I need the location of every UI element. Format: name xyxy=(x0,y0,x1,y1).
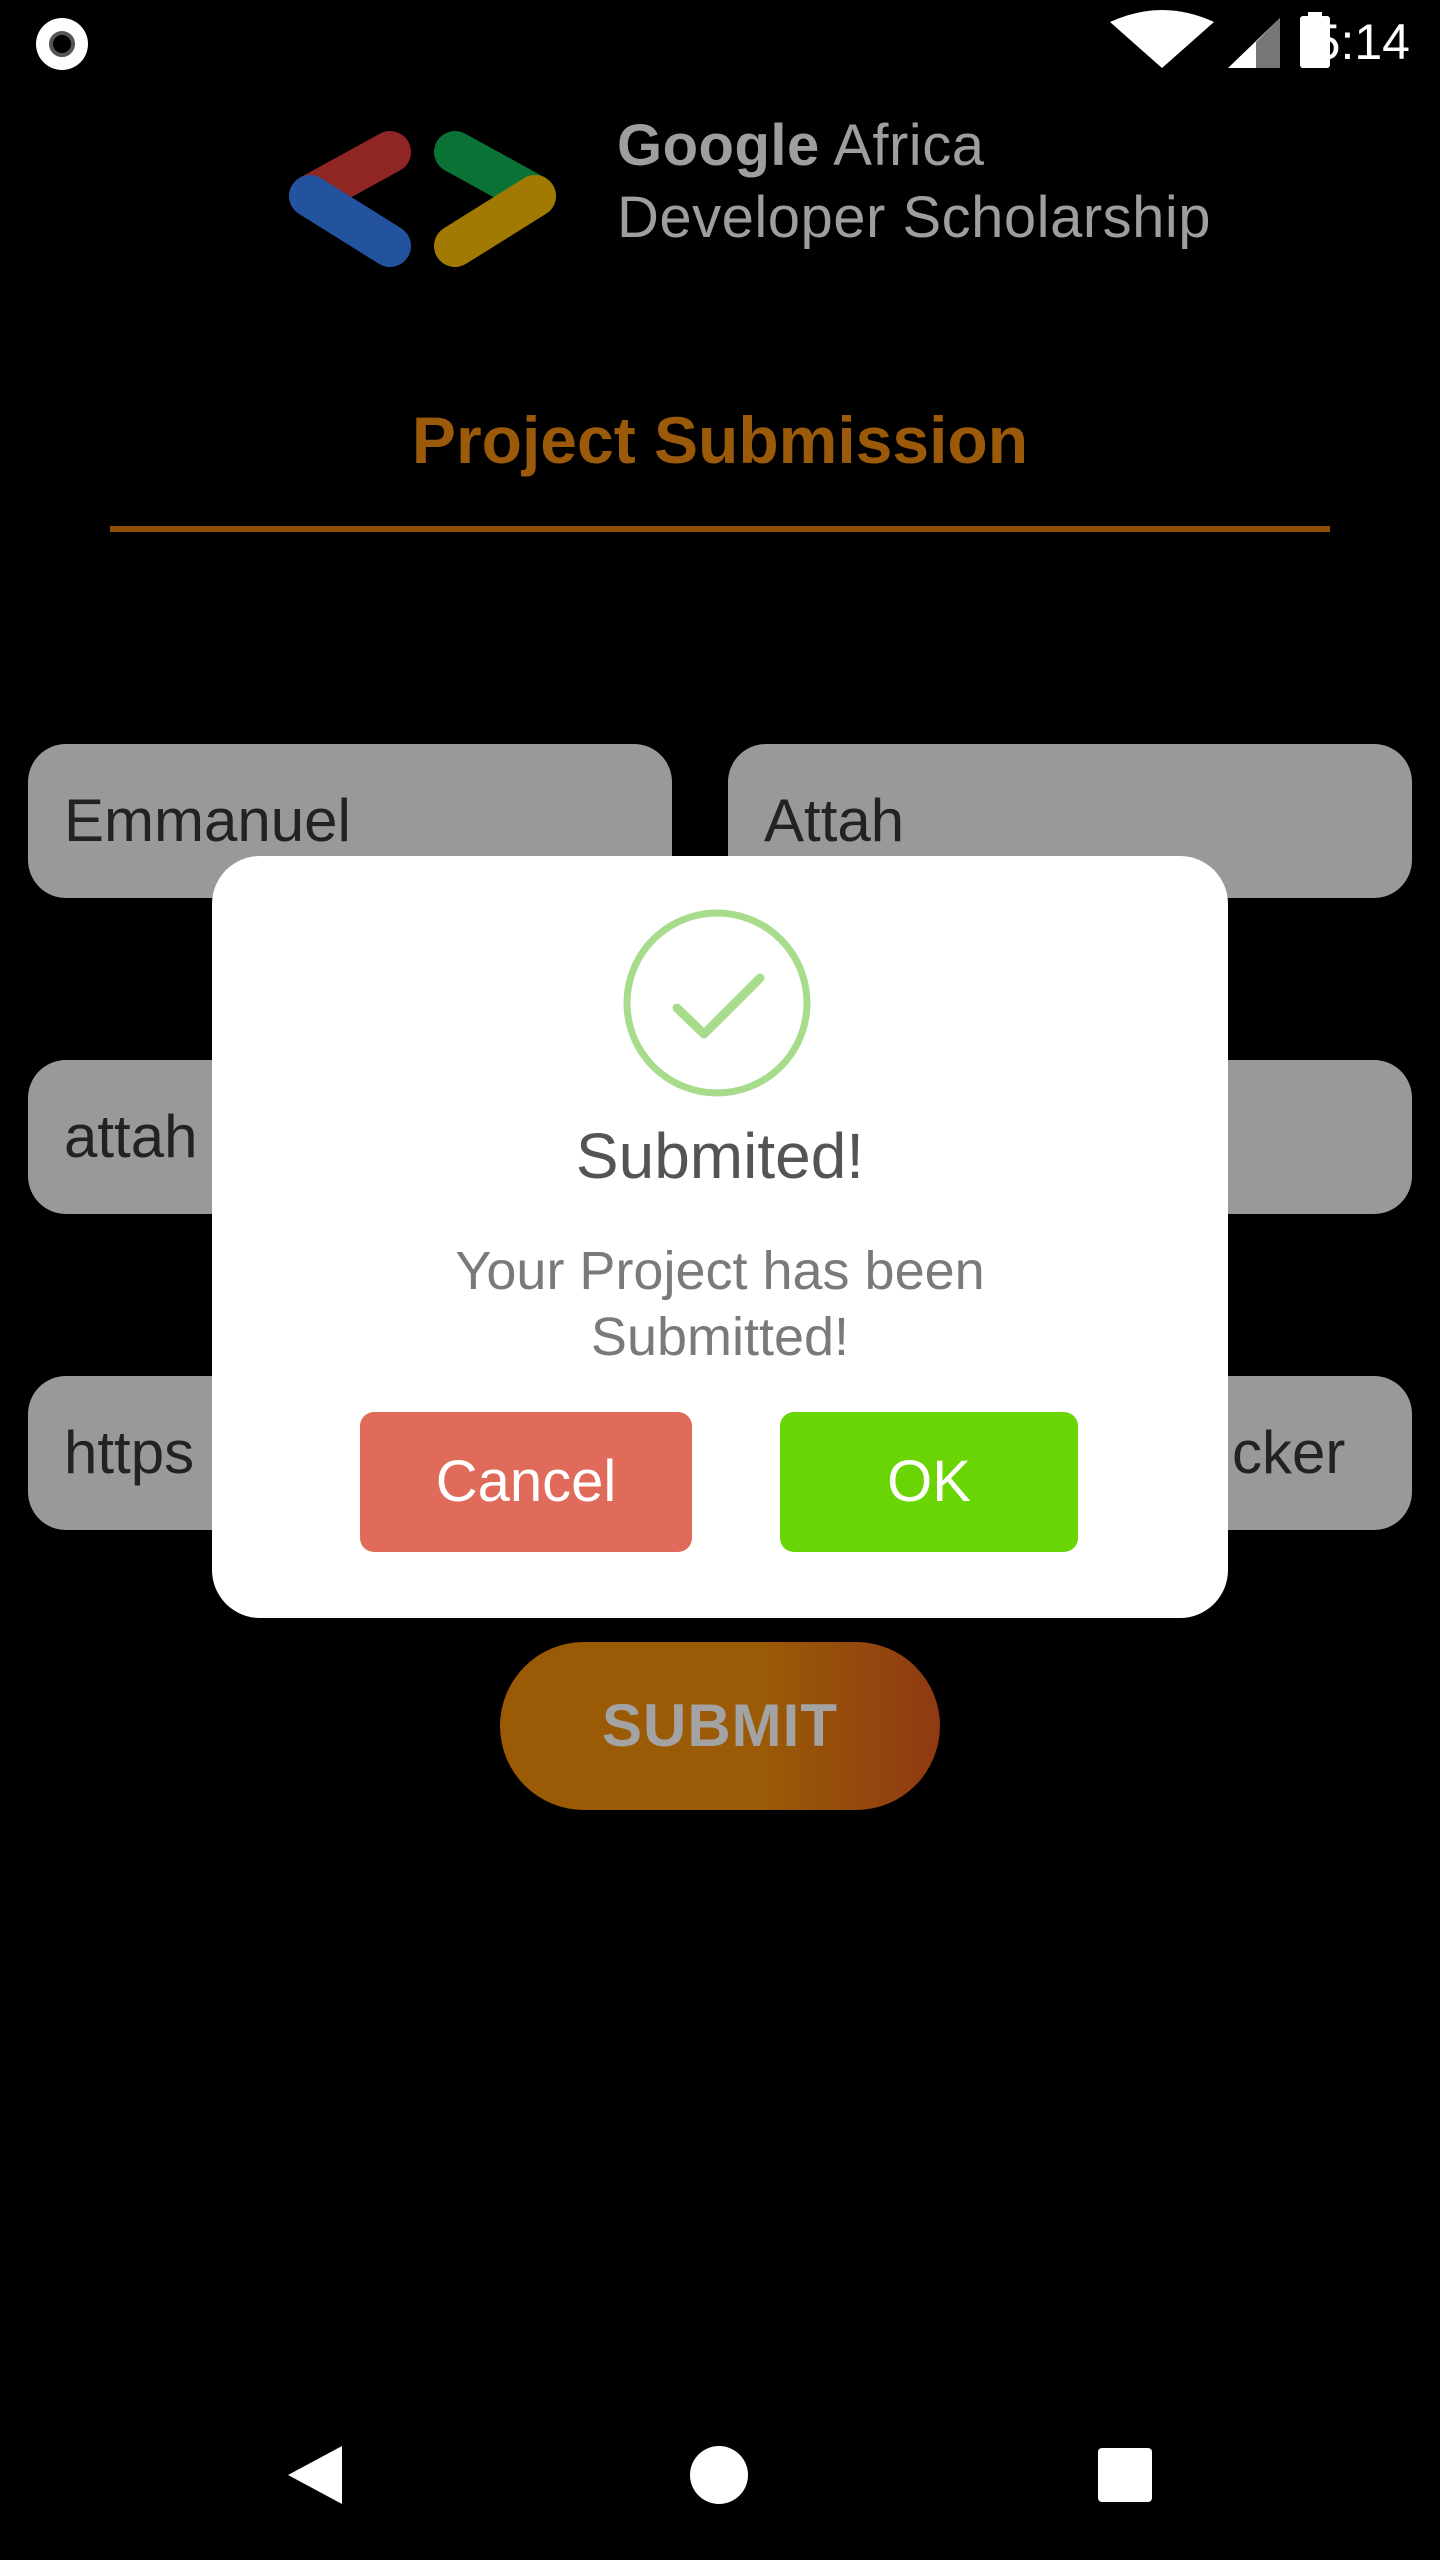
submit-button[interactable]: SUBMIT xyxy=(500,1642,940,1810)
ok-button[interactable]: OK xyxy=(780,1412,1078,1552)
screen-record-icon xyxy=(36,18,88,70)
brand-line2: Developer Scholarship xyxy=(617,185,1212,250)
dialog-title: Submited! xyxy=(575,1120,865,1192)
dialog-message: Your Project has been Submitted! xyxy=(212,1238,1228,1370)
recents-icon[interactable] xyxy=(1098,2448,1152,2502)
cancel-button[interactable]: Cancel xyxy=(360,1412,692,1552)
title-divider xyxy=(110,526,1330,532)
brand-rest: Africa xyxy=(819,113,985,178)
page-title: Project Submission xyxy=(411,403,1029,477)
success-check-icon xyxy=(623,909,811,1097)
status-time: 5:14 xyxy=(1312,14,1410,70)
success-dialog: Submited! Your Project has been Submitte… xyxy=(212,856,1228,1618)
wifi-icon xyxy=(1110,10,1214,68)
project-link-field-tail: cker xyxy=(1232,1419,1346,1486)
dialog-message-line2: Submitted! xyxy=(590,1307,850,1367)
gads-logo-icon xyxy=(289,131,556,267)
status-bar: 5:14 xyxy=(0,0,1440,84)
brand-name: Google Africa Developer Scholarship xyxy=(617,110,1211,254)
brand-bold: Google xyxy=(617,113,820,178)
dialog-message-line1: Your Project has been xyxy=(455,1241,985,1301)
home-icon[interactable] xyxy=(690,2446,748,2504)
back-icon[interactable] xyxy=(284,2442,344,2508)
